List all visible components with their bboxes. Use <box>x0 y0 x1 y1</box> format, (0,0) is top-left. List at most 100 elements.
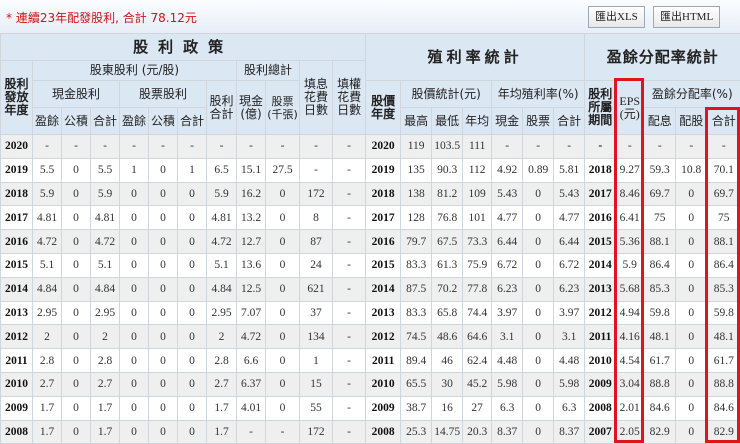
table-cell: 88.8 <box>707 372 740 396</box>
table-cell: 48.1 <box>644 325 676 349</box>
header-low: 最低 <box>432 108 463 135</box>
table-row: 20144.8404.840004.8412.50621-201487.570.… <box>1 277 740 301</box>
table-cell: 5.43 <box>554 182 585 206</box>
table-cell: - <box>616 135 644 159</box>
table-cell: 4.72 <box>237 325 266 349</box>
table-cell: 25.3 <box>401 420 432 444</box>
table-cell: 3.04 <box>616 372 644 396</box>
table-cell: 0 <box>676 372 707 396</box>
table-cell: 4.77 <box>492 206 523 230</box>
table-cell: - <box>492 135 523 159</box>
table-cell: 0 <box>120 325 149 349</box>
table-cell: 2.8 <box>207 349 237 373</box>
table-cell: 0 <box>676 325 707 349</box>
table-cell: 0 <box>149 182 178 206</box>
table-cell: 6.72 <box>492 253 523 277</box>
table-cell: 59.3 <box>644 158 676 182</box>
table-cell: 4.54 <box>616 349 644 373</box>
table-cell: 0 <box>62 372 91 396</box>
year-cell: 2011 <box>1 349 33 373</box>
table-cell: - <box>333 230 366 254</box>
table-cell: 0 <box>523 396 554 420</box>
table-row: 20102.702.70002.76.37015-201065.53045.25… <box>1 372 740 396</box>
table-cell: 16 <box>432 396 463 420</box>
year-cell: 2014 <box>366 277 401 301</box>
year-cell: 2008 <box>366 420 401 444</box>
table-cell: - <box>333 158 366 182</box>
header-dividend-sum: 股利合計 <box>207 81 237 135</box>
table-cell: 0 <box>120 182 149 206</box>
table-cell: 5.36 <box>616 230 644 254</box>
header-issue-year: 股利發放年度 <box>1 61 33 135</box>
table-cell: 3.1 <box>554 325 585 349</box>
header-stock-k-lots: 股票(千張) <box>266 81 300 135</box>
table-cell: 112 <box>463 158 492 182</box>
table-cell: 4.72 <box>91 230 120 254</box>
table-cell: 1.7 <box>33 396 62 420</box>
table-cell: 5.9 <box>616 253 644 277</box>
table-cell: 0 <box>676 349 707 373</box>
table-cell: 5.5 <box>91 158 120 182</box>
table-row: 20112.802.80002.86.601-201189.44662.44.4… <box>1 349 740 373</box>
table-cell: - <box>120 135 149 159</box>
year-cell: 2018 <box>366 182 401 206</box>
table-cell: 0 <box>676 182 707 206</box>
table-cell: - <box>207 135 237 159</box>
table-cell: 2 <box>91 325 120 349</box>
table-cell: 0 <box>523 206 554 230</box>
table-cell: 2.95 <box>33 301 62 325</box>
table-cell: 0 <box>149 230 178 254</box>
table-cell: 77.8 <box>463 277 492 301</box>
header-payout-rate: 盈餘分配率(%) <box>644 81 740 108</box>
export-xls-button[interactable]: 匯出XLS <box>588 6 645 28</box>
table-cell: 5.1 <box>91 253 120 277</box>
header-pay-stock: 配股 <box>676 108 707 135</box>
table-cell: 0 <box>149 253 178 277</box>
year-cell: 2016 <box>1 230 33 254</box>
header-yield-stock: 股票 <box>523 108 554 135</box>
export-html-button[interactable]: 匯出HTML <box>653 6 720 28</box>
table-cell: - <box>333 182 366 206</box>
table-cell: 0 <box>676 230 707 254</box>
table-row: 201220200024.720134-201274.548.664.63.10… <box>1 325 740 349</box>
table-cell: - <box>644 135 676 159</box>
table-cell: 128 <box>401 206 432 230</box>
table-cell: 7.07 <box>237 301 266 325</box>
table-cell: 74.4 <box>463 301 492 325</box>
table-cell: 13.2 <box>237 206 266 230</box>
table-cell: 0 <box>149 277 178 301</box>
table-cell: 76.8 <box>432 206 463 230</box>
table-cell: 1.7 <box>207 396 237 420</box>
table-cell: 2.95 <box>91 301 120 325</box>
table-cell: 3.97 <box>492 301 523 325</box>
table-cell: 70.2 <box>432 277 463 301</box>
table-cell: 0 <box>62 301 91 325</box>
table-cell: 111 <box>463 135 492 159</box>
table-cell: 75 <box>644 206 676 230</box>
header-dividend-policy: 股利政策 <box>1 34 366 61</box>
table-cell: 0 <box>523 277 554 301</box>
table-cell: 0 <box>523 420 554 444</box>
table-cell: 4.48 <box>492 349 523 373</box>
table-cell: 172 <box>300 182 333 206</box>
table-cell: 0 <box>178 349 207 373</box>
header-avg-yield: 年均殖利率(%) <box>492 81 585 108</box>
table-cell: 5.1 <box>207 253 237 277</box>
year-cell: 2012 <box>366 325 401 349</box>
year-cell: 2012 <box>1 325 33 349</box>
table-cell: 0 <box>178 372 207 396</box>
header-yield-cash: 現金 <box>492 108 523 135</box>
table-cell: 6.37 <box>237 372 266 396</box>
table-cell: 0 <box>120 396 149 420</box>
table-cell: 138 <box>401 182 432 206</box>
table-cell: 84.6 <box>707 396 740 420</box>
table-cell: 65.8 <box>432 301 463 325</box>
table-row: 20091.701.70001.74.01055-200938.716276.3… <box>1 396 740 420</box>
table-row: 20132.9502.950002.957.07037-201383.365.8… <box>1 301 740 325</box>
table-cell: - <box>333 253 366 277</box>
table-cell: 6.5 <box>207 158 237 182</box>
table-cell: 0 <box>266 325 300 349</box>
year-cell: 2010 <box>1 372 33 396</box>
table-cell: 0 <box>120 420 149 444</box>
table-cell: 83.3 <box>401 253 432 277</box>
